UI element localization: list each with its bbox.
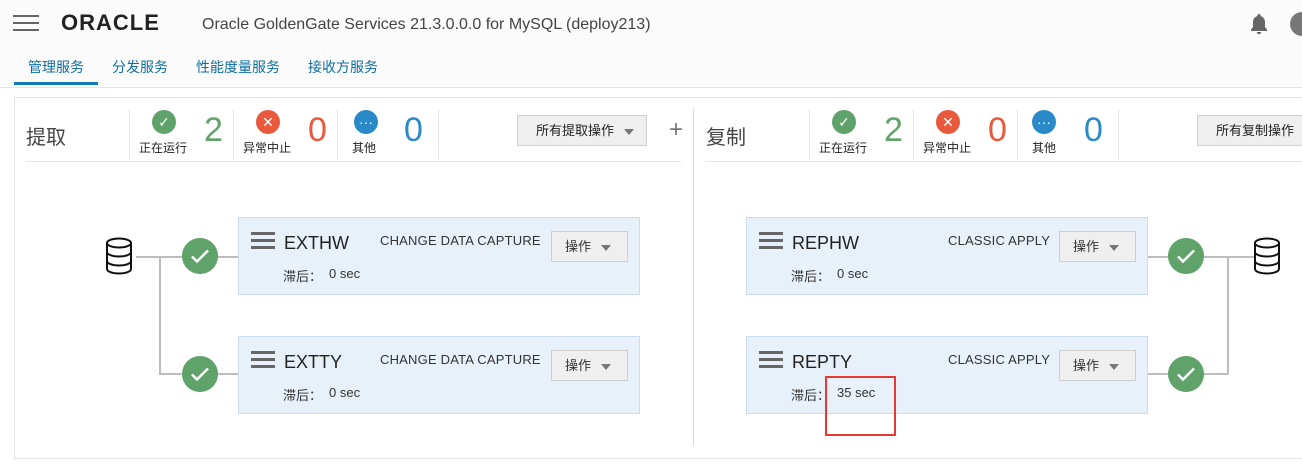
- tab-admin-service[interactable]: 管理服务: [14, 57, 98, 85]
- connector-line: [218, 373, 238, 375]
- actions-label: 操作: [1073, 239, 1100, 254]
- process-type: CHANGE DATA CAPTURE: [380, 352, 541, 367]
- abended-label: 异常中止: [923, 141, 972, 155]
- abended-label: 异常中止: [243, 141, 292, 155]
- all-replicat-actions-label: 所有复制操作: [1216, 123, 1295, 138]
- highlight-annotation-box: [825, 376, 896, 436]
- drag-handle-icon[interactable]: [251, 351, 275, 369]
- replicat-header-divider: [705, 161, 1302, 162]
- all-extract-actions-button[interactable]: 所有提取操作: [517, 115, 648, 146]
- actions-dropdown-button[interactable]: 操作: [551, 350, 628, 381]
- other-count: 0: [1084, 111, 1103, 149]
- abended-count: 0: [988, 111, 1007, 149]
- process-card-repty[interactable]: REPTY CLASSIC APPLY 滞后： 35 sec 操作: [746, 336, 1148, 414]
- connector-line: [159, 256, 161, 374]
- database-icon: [1254, 237, 1280, 275]
- actions-label: 操作: [1073, 358, 1100, 373]
- process-type: CLASSIC APPLY: [948, 233, 1051, 248]
- more-icon: ···: [354, 110, 378, 134]
- lag-value: 0 sec: [329, 385, 361, 400]
- all-replicat-actions-button[interactable]: 所有复制操作: [1197, 115, 1302, 146]
- check-icon: ✓: [152, 110, 176, 134]
- all-extract-actions-label: 所有提取操作: [536, 123, 615, 138]
- process-name: EXTHW: [284, 233, 349, 253]
- drag-handle-icon[interactable]: [759, 232, 783, 250]
- connector-line: [1148, 256, 1168, 258]
- replicat-section-title: 复制: [706, 127, 746, 149]
- extract-abended-stat[interactable]: ✕ 异常中止 0: [233, 110, 337, 160]
- app-title: Oracle GoldenGate Services 21.3.0.0.0 fo…: [202, 16, 651, 33]
- process-name: REPTY: [792, 352, 853, 372]
- close-icon: ✕: [936, 110, 960, 134]
- running-status-icon[interactable]: [182, 356, 218, 392]
- tab-receiver-service[interactable]: 接收方服务: [294, 57, 392, 85]
- running-status-icon[interactable]: [182, 238, 218, 274]
- chevron-down-icon: [1109, 363, 1120, 370]
- process-card-rephw[interactable]: REPHW CLASSIC APPLY 滞后： 0 sec 操作: [746, 217, 1148, 295]
- actions-label: 操作: [565, 239, 592, 254]
- chevron-down-icon: [601, 244, 612, 251]
- running-count: 2: [884, 111, 903, 149]
- running-status-icon[interactable]: [1168, 238, 1204, 274]
- oracle-logo: ORACLE: [61, 10, 160, 35]
- add-extract-icon[interactable]: +: [669, 118, 683, 142]
- lag-label: 滞后：: [283, 269, 323, 284]
- drag-handle-icon[interactable]: [251, 232, 275, 250]
- section-divider: [693, 108, 694, 446]
- lag-label: 滞后：: [791, 269, 831, 284]
- lag-label: 滞后：: [283, 388, 323, 403]
- process-name: EXTTY: [284, 352, 343, 372]
- other-label: 其他: [1032, 141, 1057, 155]
- service-tabs: 管理服务 分发服务 性能度量服务 接收方服务: [14, 57, 392, 85]
- user-avatar[interactable]: [1290, 12, 1302, 36]
- running-label: 正在运行: [139, 141, 188, 155]
- process-name: REPHW: [792, 233, 859, 253]
- extract-header-divider: [26, 161, 681, 162]
- chevron-down-icon: [1109, 244, 1120, 251]
- actions-label: 操作: [565, 358, 592, 373]
- app-header: ORACLE Oracle GoldenGate Services 21.3.0…: [0, 0, 1302, 88]
- extract-running-stat[interactable]: ✓ 正在运行 2: [129, 110, 233, 160]
- actions-dropdown-button[interactable]: 操作: [551, 231, 628, 262]
- drag-handle-icon[interactable]: [759, 351, 783, 369]
- tab-performance-metrics-service[interactable]: 性能度量服务: [182, 57, 294, 85]
- actions-dropdown-button[interactable]: 操作: [1059, 231, 1136, 262]
- extract-section-title: 提取: [26, 127, 66, 149]
- running-label: 正在运行: [819, 141, 868, 155]
- database-icon: [106, 237, 132, 275]
- bell-icon[interactable]: [1247, 12, 1271, 36]
- hamburger-icon[interactable]: [13, 15, 39, 33]
- process-type: CHANGE DATA CAPTURE: [380, 233, 541, 248]
- extract-other-stat[interactable]: ··· 其他 0: [337, 110, 439, 160]
- replicat-running-stat[interactable]: ✓ 正在运行 2: [809, 110, 913, 160]
- running-status-icon[interactable]: [1168, 356, 1204, 392]
- actions-dropdown-button[interactable]: 操作: [1059, 350, 1136, 381]
- connector-line: [1227, 256, 1229, 375]
- other-count: 0: [404, 111, 423, 149]
- other-label: 其他: [352, 141, 377, 155]
- tab-distribution-service[interactable]: 分发服务: [98, 57, 182, 85]
- replicat-other-stat[interactable]: ··· 其他 0: [1017, 110, 1119, 160]
- check-icon: ✓: [832, 110, 856, 134]
- close-icon: ✕: [256, 110, 280, 134]
- chevron-down-icon: [601, 363, 612, 370]
- abended-count: 0: [308, 111, 327, 149]
- connector-line: [1148, 373, 1168, 375]
- process-card-exthw[interactable]: EXTHW CHANGE DATA CAPTURE 滞后： 0 sec 操作: [238, 217, 640, 295]
- lag-value: 0 sec: [329, 266, 361, 281]
- connector-line: [1204, 373, 1229, 375]
- chevron-down-icon: [624, 128, 635, 135]
- connector-line: [1204, 256, 1254, 258]
- lag-value: 0 sec: [837, 266, 869, 281]
- more-icon: ···: [1032, 110, 1056, 134]
- replicat-abended-stat[interactable]: ✕ 异常中止 0: [913, 110, 1017, 160]
- process-card-extty[interactable]: EXTTY CHANGE DATA CAPTURE 滞后： 0 sec 操作: [238, 336, 640, 414]
- running-count: 2: [204, 111, 223, 149]
- connector-line: [218, 256, 238, 258]
- connector-line: [159, 373, 184, 375]
- process-type: CLASSIC APPLY: [948, 352, 1051, 367]
